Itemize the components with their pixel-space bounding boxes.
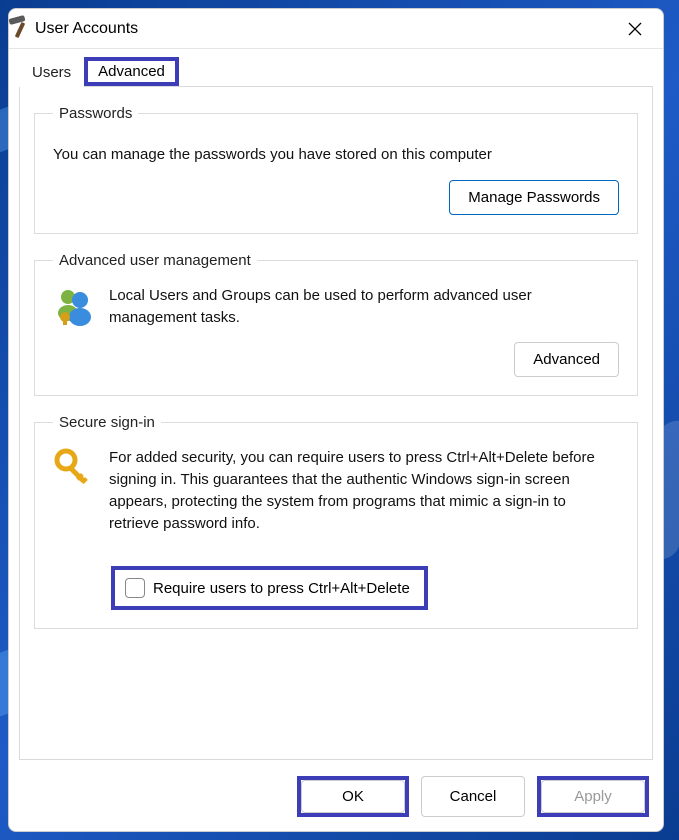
users-groups-icon <box>53 285 95 327</box>
tab-content: Passwords You can manage the passwords y… <box>19 86 653 760</box>
dialog-footer: OK Cancel Apply <box>9 770 663 831</box>
user-accounts-dialog: User Accounts Users Advanced Passwords Y… <box>8 8 664 832</box>
ok-highlight: OK <box>297 776 409 817</box>
passwords-group: Passwords You can manage the passwords y… <box>34 105 638 234</box>
tab-advanced-label: Advanced <box>98 63 165 80</box>
window-title: User Accounts <box>35 20 615 38</box>
tab-users[interactable]: Users <box>19 58 84 87</box>
secure-signin-text: For added security, you can require user… <box>109 447 619 534</box>
app-icon <box>11 19 31 39</box>
advanced-management-text: Local Users and Groups can be used to pe… <box>109 285 619 329</box>
apply-button[interactable]: Apply <box>541 780 645 813</box>
passwords-text: You can manage the passwords you have st… <box>53 144 619 166</box>
titlebar: User Accounts <box>9 9 663 49</box>
key-icon <box>53 447 95 489</box>
advanced-management-legend: Advanced user management <box>53 252 257 269</box>
ok-button[interactable]: OK <box>301 780 405 813</box>
tab-strip: Users Advanced <box>9 49 663 86</box>
tab-advanced[interactable]: Advanced <box>84 57 179 86</box>
require-cad-label: Require users to press Ctrl+Alt+Delete <box>153 580 410 597</box>
advanced-button[interactable]: Advanced <box>514 342 619 377</box>
secure-signin-group: Secure sign-in For added security, you c… <box>34 414 638 629</box>
advanced-management-group: Advanced user management Local Users and… <box>34 252 638 397</box>
secure-signin-legend: Secure sign-in <box>53 414 161 431</box>
require-cad-checkbox[interactable] <box>125 578 145 598</box>
cancel-button[interactable]: Cancel <box>421 776 525 817</box>
require-cad-highlight: Require users to press Ctrl+Alt+Delete <box>111 566 428 610</box>
close-icon <box>628 22 642 36</box>
close-button[interactable] <box>615 13 655 45</box>
apply-highlight: Apply <box>537 776 649 817</box>
manage-passwords-button[interactable]: Manage Passwords <box>449 180 619 215</box>
passwords-legend: Passwords <box>53 105 138 122</box>
